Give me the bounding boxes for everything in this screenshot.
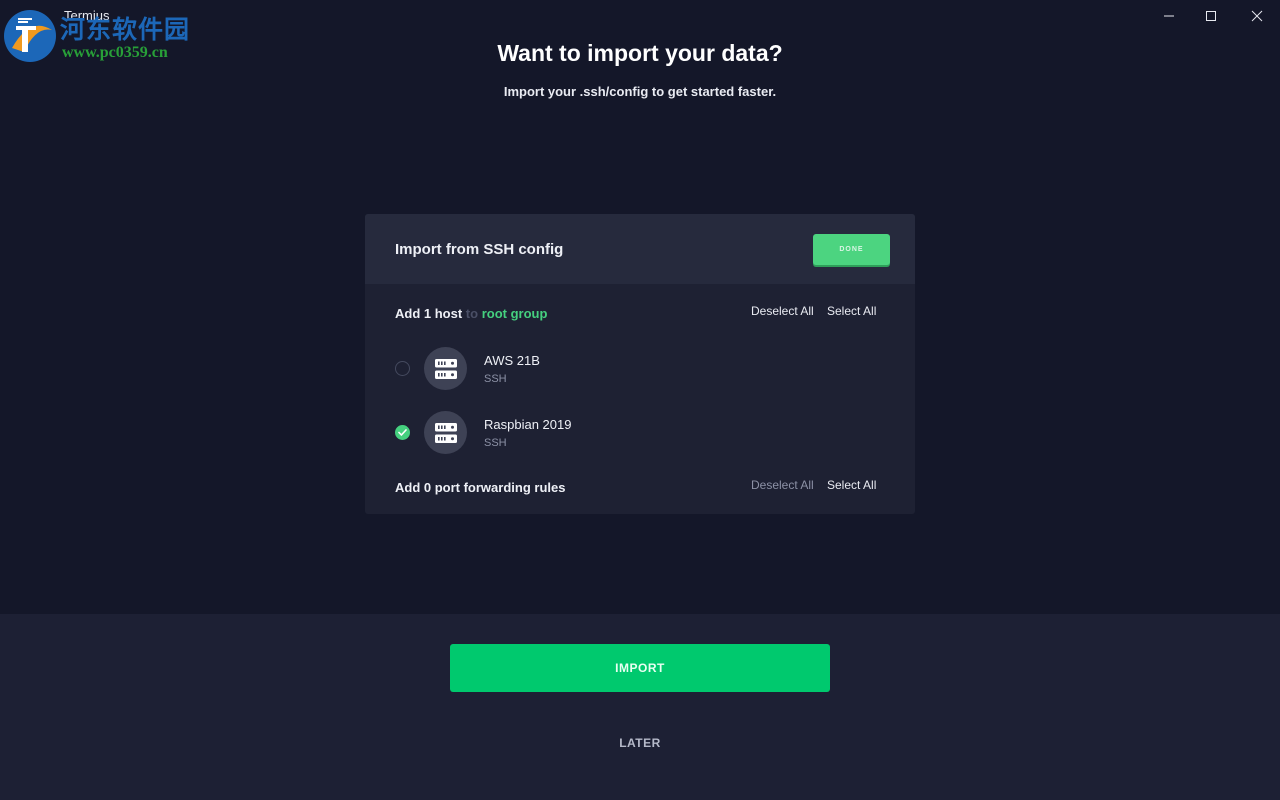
server-icon <box>424 411 467 454</box>
close-button[interactable] <box>1234 0 1280 32</box>
card-header: Import from SSH config DONE <box>365 214 915 284</box>
import-card: Import from SSH config DONE Add 1 host t… <box>365 214 915 514</box>
host-select-radio[interactable] <box>395 361 410 376</box>
port-forwarding-select-all-link[interactable]: Select All <box>827 478 876 492</box>
port-forwarding-label: Add 0 port forwarding rules <box>395 480 566 495</box>
host-type: SSH <box>484 373 507 385</box>
close-icon <box>1251 10 1263 22</box>
page-subtitle: Import your .ssh/config to get started f… <box>503 84 777 99</box>
group-select-link[interactable]: root group <box>482 306 548 321</box>
hosts-connector-label: to <box>465 306 479 321</box>
import-button[interactable]: IMPORT <box>450 644 830 692</box>
minimize-icon <box>1164 15 1174 17</box>
hosts-section-label: Add 1 host to root group <box>395 306 547 321</box>
hosts-section-header: Add 1 host to root group Deselect All Se… <box>395 304 885 324</box>
done-button[interactable]: DONE <box>813 234 890 265</box>
maximize-icon <box>1206 11 1216 21</box>
host-name: AWS 21B <box>484 353 540 368</box>
server-icon <box>424 347 467 390</box>
host-row-aws-21b[interactable]: AWS 21B SSH <box>395 347 885 391</box>
maximize-button[interactable] <box>1188 0 1234 32</box>
hosts-select-all-link[interactable]: Select All <box>827 304 876 318</box>
host-type: SSH <box>484 437 507 449</box>
hosts-deselect-all-link[interactable]: Deselect All <box>751 304 814 318</box>
port-forwarding-section-header: Add 0 port forwarding rules Deselect All… <box>395 478 885 498</box>
port-forwarding-deselect-all-link[interactable]: Deselect All <box>751 478 814 492</box>
later-button[interactable]: LATER <box>590 736 690 756</box>
host-row-raspbian-2019[interactable]: Raspbian 2019 SSH <box>395 411 885 455</box>
page-title: Want to import your data? <box>497 40 783 66</box>
minimize-button[interactable] <box>1146 0 1192 32</box>
host-select-radio-checked[interactable] <box>395 425 410 440</box>
checkmark-icon <box>398 429 407 436</box>
action-panel: IMPORT LATER <box>0 614 1280 800</box>
termius-window: Termius 河东软件园 www.pc0359.cn Want to impo… <box>0 0 1280 800</box>
hosts-count-label: Add 1 host <box>395 306 463 321</box>
host-name: Raspbian 2019 <box>484 417 572 432</box>
card-title: Import from SSH config <box>395 241 564 258</box>
